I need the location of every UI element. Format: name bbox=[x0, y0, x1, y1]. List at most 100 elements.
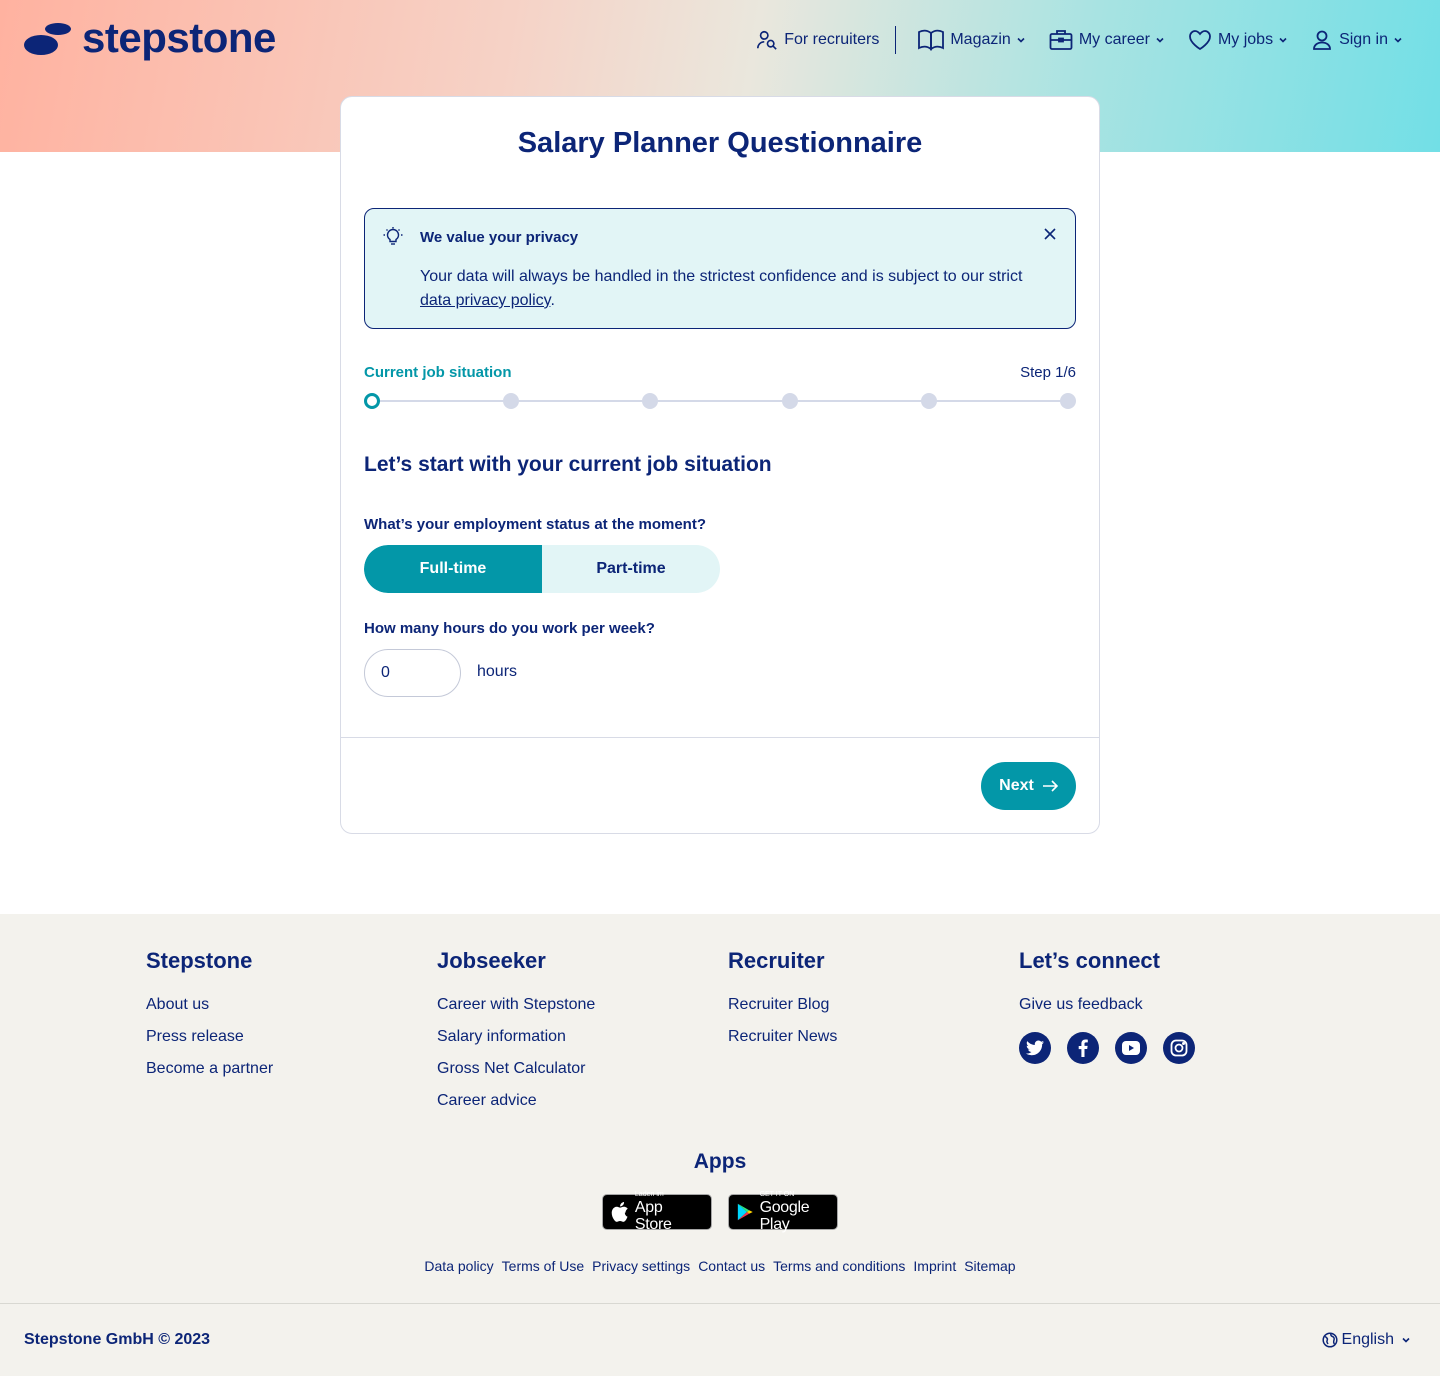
legal-link-privacy-settings[interactable]: Privacy settings bbox=[592, 1258, 690, 1274]
next-button[interactable]: Next bbox=[981, 762, 1076, 810]
twitter-icon[interactable] bbox=[1019, 1032, 1051, 1064]
chevron-down-icon bbox=[1402, 1337, 1410, 1343]
briefcase-icon bbox=[1049, 30, 1073, 50]
privacy-title: We value your privacy bbox=[420, 229, 579, 246]
questionnaire-card: Salary Planner Questionnaire We value yo… bbox=[340, 96, 1100, 834]
chevron-down-icon bbox=[1279, 37, 1287, 43]
footer-link-recruiter-news[interactable]: Recruiter News bbox=[728, 1026, 837, 1058]
option-part-time[interactable]: Part-time bbox=[542, 545, 720, 593]
legal-link-terms-and-conditions[interactable]: Terms and conditions bbox=[773, 1258, 905, 1274]
step-label: Current job situation bbox=[364, 364, 512, 381]
footer-link-press-release[interactable]: Press release bbox=[146, 1026, 273, 1058]
logo-wordmark: stepstone bbox=[82, 14, 276, 61]
privacy-text: Your data will always be handled in the … bbox=[420, 265, 1030, 313]
language-label: English bbox=[1341, 1331, 1394, 1348]
step-counter: Step 1/6 bbox=[1020, 364, 1076, 381]
nav-magazin-label: Magazin bbox=[950, 31, 1011, 48]
legal-link-contact-us[interactable]: Contact us bbox=[698, 1258, 765, 1274]
nav-my-jobs-label: My jobs bbox=[1217, 31, 1274, 48]
app-badges: Laden im App Store GET IT ON Google Play bbox=[602, 1191, 838, 1233]
nav-magazin[interactable]: Magazin bbox=[918, 29, 1026, 51]
progress-step-dot bbox=[364, 393, 380, 409]
chevron-down-icon bbox=[1156, 37, 1164, 43]
youtube-icon[interactable] bbox=[1115, 1032, 1147, 1064]
heart-icon bbox=[1189, 30, 1211, 51]
hours-input[interactable] bbox=[364, 649, 461, 697]
footer-link-gross-net-calculator[interactable]: Gross Net Calculator bbox=[437, 1058, 595, 1090]
book-icon bbox=[918, 29, 945, 51]
footer-link-recruiter-blog[interactable]: Recruiter Blog bbox=[728, 994, 837, 1026]
footer-link-about-us[interactable]: About us bbox=[146, 994, 273, 1026]
footer-col-recruiter: Recruiter Recruiter Blog Recruiter News bbox=[728, 948, 837, 1058]
arrow-right-icon bbox=[1042, 780, 1058, 792]
employment-status-question: What’s your employment status at the mom… bbox=[364, 516, 706, 533]
app-store-badge[interactable]: Laden im App Store bbox=[602, 1191, 712, 1233]
footer-link-feedback[interactable]: Give us feedback bbox=[1019, 994, 1211, 1026]
hours-question: How many hours do you work per week? bbox=[364, 620, 655, 637]
copyright: Stepstone GmbH © 2023 bbox=[24, 1331, 211, 1348]
stepstone-logo[interactable]: stepstone bbox=[24, 14, 276, 62]
progress-step-dot bbox=[1060, 393, 1076, 409]
employment-status-toggle: Full-time Part-time bbox=[364, 545, 720, 593]
nav-for-recruiters[interactable]: For recruiters bbox=[756, 29, 879, 51]
footer-col-title: Stepstone bbox=[146, 948, 253, 973]
footer-link-career-advice[interactable]: Career advice bbox=[437, 1090, 595, 1122]
progress-step-dot bbox=[503, 393, 520, 409]
footer-col-title: Jobseeker bbox=[437, 948, 546, 973]
facebook-icon[interactable] bbox=[1067, 1032, 1099, 1064]
legal-link-terms-of-use[interactable]: Terms of Use bbox=[502, 1258, 584, 1274]
progress-step-dot bbox=[642, 393, 659, 409]
apps-title: Apps bbox=[693, 1150, 747, 1173]
nav-my-jobs[interactable]: My jobs bbox=[1188, 29, 1289, 51]
globe-icon bbox=[1321, 1332, 1338, 1348]
instagram-icon[interactable] bbox=[1163, 1032, 1195, 1064]
next-button-label: Next bbox=[999, 777, 1034, 794]
language-selector[interactable]: English bbox=[1321, 1331, 1412, 1349]
chevron-down-icon bbox=[1394, 37, 1402, 43]
social-links bbox=[1019, 1032, 1211, 1064]
lightbulb-icon bbox=[383, 227, 403, 245]
footer-link-career-with-stepstone[interactable]: Career with Stepstone bbox=[437, 994, 595, 1026]
nav-sign-in-label: Sign in bbox=[1339, 31, 1388, 48]
google-play-big-text: Google Play bbox=[759, 1199, 810, 1233]
progress-track bbox=[372, 400, 1068, 402]
privacy-text-body: Your data will always be handled in the … bbox=[420, 268, 1023, 285]
option-full-time[interactable]: Full-time bbox=[364, 545, 542, 593]
app-store-small-text: Laden im bbox=[634, 1191, 664, 1198]
apple-icon bbox=[611, 1202, 628, 1222]
progress-stepper bbox=[364, 393, 1076, 409]
privacy-notice: We value your privacy Your data will alw… bbox=[364, 208, 1076, 329]
privacy-text-end: . bbox=[550, 292, 555, 309]
data-privacy-policy-link[interactable]: data privacy policy bbox=[420, 292, 550, 309]
nav-my-career[interactable]: My career bbox=[1049, 29, 1166, 51]
site-footer: Stepstone About us Press release Become … bbox=[0, 914, 1440, 1376]
google-play-badge[interactable]: GET IT ON Google Play bbox=[728, 1191, 838, 1233]
user-icon bbox=[1313, 30, 1331, 50]
stepstone-logo-icon bbox=[24, 23, 71, 55]
progress-step-dot bbox=[920, 393, 937, 409]
legal-link-sitemap[interactable]: Sitemap bbox=[964, 1258, 1015, 1274]
legal-link-data-policy[interactable]: Data policy bbox=[424, 1258, 493, 1274]
footer-link-become-partner[interactable]: Become a partner bbox=[146, 1058, 273, 1090]
page-title: Salary Planner Questionnaire bbox=[517, 127, 923, 159]
section-heading: Let’s start with your current job situat… bbox=[364, 453, 772, 476]
footer-col-title: Let’s connect bbox=[1019, 948, 1160, 973]
legal-link-imprint[interactable]: Imprint bbox=[913, 1258, 956, 1274]
nav-sign-in[interactable]: Sign in bbox=[1311, 29, 1404, 51]
footer-col-connect: Let’s connect Give us feedback bbox=[1019, 948, 1211, 1064]
nav-for-recruiters-label: For recruiters bbox=[784, 31, 880, 48]
footer-col-jobseeker: Jobseeker Career with Stepstone Salary i… bbox=[437, 948, 595, 1122]
chevron-down-icon bbox=[1017, 37, 1025, 43]
nav-my-career-label: My career bbox=[1078, 31, 1150, 48]
user-search-icon bbox=[757, 30, 777, 50]
nav-divider bbox=[895, 26, 897, 54]
card-divider bbox=[341, 737, 1099, 738]
close-icon[interactable] bbox=[1043, 227, 1057, 241]
top-navigation: For recruiters Magazin My career My jobs… bbox=[756, 22, 1404, 58]
progress-step-dot bbox=[781, 393, 798, 409]
footer-col-title: Recruiter bbox=[728, 948, 825, 973]
footer-divider bbox=[0, 1303, 1440, 1304]
footer-link-salary-information[interactable]: Salary information bbox=[437, 1026, 595, 1058]
hours-unit-label: hours bbox=[477, 663, 518, 680]
legal-links: Data policy Terms of Use Privacy setting… bbox=[0, 1258, 1440, 1274]
